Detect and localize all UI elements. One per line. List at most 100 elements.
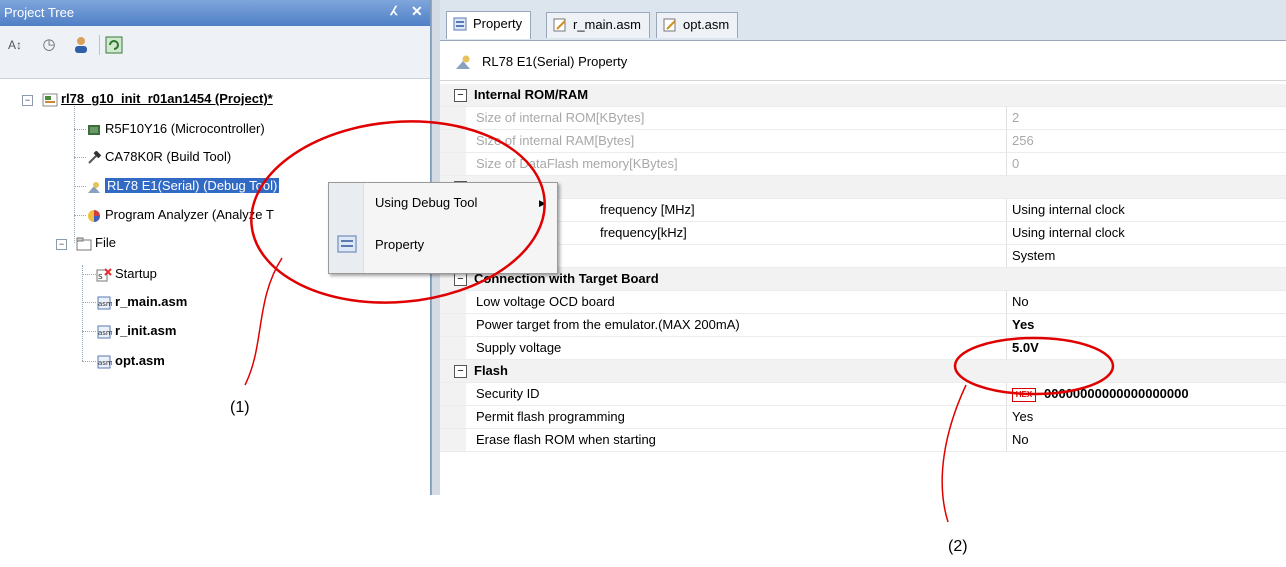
column-divider bbox=[1006, 314, 1007, 336]
collapse-toggle-project[interactable]: − bbox=[22, 95, 33, 106]
tree-node-project[interactable]: rl78_g10_init_r01an1454 (Project)* bbox=[42, 89, 273, 109]
tree-line bbox=[82, 331, 96, 332]
property-row[interactable]: Permit flash programming Yes bbox=[440, 406, 1286, 429]
category-hidden-by-menu[interactable]: − bbox=[440, 176, 1286, 199]
panel-title: Project Tree bbox=[4, 5, 75, 20]
column-divider bbox=[1006, 429, 1007, 451]
property-value-security-id[interactable]: HEX 00000000000000000000 bbox=[1012, 383, 1286, 405]
tree-node-debug-tool[interactable]: RL78 E1(Serial) (Debug Tool) bbox=[86, 176, 280, 196]
project-icon bbox=[42, 93, 58, 107]
property-value: Yes bbox=[1012, 409, 1034, 424]
tab-label: Property bbox=[473, 16, 523, 31]
tree-line bbox=[74, 157, 86, 158]
annotation-label-1: (1) bbox=[230, 399, 250, 416]
hammer-icon bbox=[86, 150, 102, 165]
property-row[interactable]: Supply voltage 5.0V bbox=[440, 337, 1286, 360]
collapse-toggle-file[interactable]: − bbox=[56, 239, 67, 250]
tree-node-startup[interactable]: s Startup bbox=[96, 264, 157, 284]
property-row[interactable]: Erase flash ROM when starting No bbox=[440, 429, 1286, 452]
category-internal-rom-ram[interactable]: − Internal ROM/RAM bbox=[440, 84, 1286, 107]
property-row[interactable]: frequency[kHz] Using internal clock bbox=[440, 222, 1286, 245]
property-row[interactable]: frequency [MHz] Using internal clock bbox=[440, 199, 1286, 222]
tree-node-opt-asm[interactable]: asm opt.asm bbox=[96, 351, 165, 371]
category-flash[interactable]: − Flash bbox=[440, 360, 1286, 383]
tree-node-file-folder[interactable]: File bbox=[76, 233, 116, 253]
hex-badge: HEX bbox=[1012, 387, 1036, 402]
person-icon[interactable] bbox=[72, 36, 90, 54]
tab-r-main-asm[interactable]: r_main.asm bbox=[546, 12, 650, 38]
tree-line bbox=[82, 265, 83, 361]
column-divider bbox=[1006, 199, 1007, 221]
property-row[interactable]: Power target from the emulator.(MAX 200m… bbox=[440, 314, 1286, 337]
property-value: No bbox=[1012, 294, 1029, 309]
property-value: Using internal clock bbox=[1012, 225, 1125, 240]
pin-icon[interactable]: ⵃ bbox=[390, 4, 398, 18]
file-tab-icon bbox=[553, 18, 567, 32]
menu-item-using-debug-tool[interactable]: Using Debug Tool bbox=[375, 195, 477, 210]
tree-toolbar: A↕ ◷ bbox=[0, 26, 430, 79]
analyzer-icon bbox=[86, 209, 102, 223]
category-connection-target-board[interactable]: − Connection with Target Board bbox=[440, 268, 1286, 291]
property-value: System bbox=[1012, 248, 1056, 263]
svg-text:s: s bbox=[98, 272, 103, 282]
svg-text:asm: asm bbox=[98, 359, 112, 367]
property-value: 2 bbox=[1012, 110, 1020, 125]
tree-node-r-main-asm[interactable]: asm r_main.asm bbox=[96, 292, 187, 312]
tree-line bbox=[82, 361, 96, 362]
property-value: No bbox=[1012, 432, 1029, 447]
sort-icon[interactable]: A↕ bbox=[6, 36, 24, 54]
tree-node-label: r_main.asm bbox=[115, 294, 188, 309]
tree-node-r-init-asm[interactable]: asm r_init.asm bbox=[96, 321, 176, 341]
property-name: Erase flash ROM when starting bbox=[476, 432, 656, 447]
tree-node-label: opt.asm bbox=[115, 353, 165, 368]
collapse-toggle[interactable]: − bbox=[454, 89, 467, 102]
row-gutter bbox=[440, 153, 466, 175]
tree-node-microcontroller[interactable]: R5F10Y16 (Microcontroller) bbox=[86, 119, 265, 139]
tree-node-label: r_init.asm bbox=[115, 323, 177, 338]
column-divider bbox=[1006, 291, 1007, 313]
folder-icon bbox=[76, 237, 92, 251]
property-name: Size of internal RAM[Bytes] bbox=[476, 133, 635, 148]
property-row[interactable]: Size of DataFlash memory[KBytes] 0 bbox=[440, 153, 1286, 176]
tree-line bbox=[82, 274, 96, 275]
debug-tool-icon bbox=[86, 180, 102, 194]
column-divider bbox=[1006, 107, 1007, 129]
category-label: Internal ROM/RAM bbox=[474, 87, 589, 102]
column-divider bbox=[1006, 337, 1007, 359]
property-row[interactable]: Low voltage OCD board No bbox=[440, 291, 1286, 314]
tab-property[interactable]: Property bbox=[446, 11, 532, 39]
close-icon[interactable]: ✕ bbox=[411, 3, 423, 20]
property-name: Size of internal ROM[KBytes] bbox=[476, 110, 645, 125]
chip-icon bbox=[86, 123, 102, 137]
column-divider bbox=[1006, 245, 1007, 267]
asm-file-icon: asm bbox=[96, 355, 113, 369]
property-row[interactable]: Size of internal ROM[KBytes] 2 bbox=[440, 107, 1286, 130]
debug-tool-icon bbox=[454, 54, 472, 73]
submenu-arrow-icon: ▶ bbox=[539, 198, 546, 208]
property-row[interactable]: Security ID HEX 00000000000000000000 bbox=[440, 383, 1286, 406]
refresh-icon[interactable] bbox=[105, 36, 123, 54]
menu-item-label: Using Debug Tool bbox=[375, 195, 478, 210]
context-menu: Using Debug Tool ▶ Property bbox=[328, 182, 558, 274]
collapse-toggle[interactable]: − bbox=[454, 273, 467, 286]
tree-node-label: File bbox=[95, 235, 116, 250]
menu-icon-gutter bbox=[329, 183, 364, 273]
property-name: Low voltage OCD board bbox=[476, 294, 615, 309]
svg-text:asm: asm bbox=[98, 300, 112, 308]
column-divider bbox=[1006, 383, 1007, 405]
clock-icon[interactable]: ◷ bbox=[40, 36, 58, 54]
tree-node-label: Program Analyzer (Analyze T bbox=[105, 207, 274, 222]
tree-line bbox=[82, 302, 96, 303]
property-row[interactable]: Size of internal RAM[Bytes] 256 bbox=[440, 130, 1286, 153]
row-gutter bbox=[440, 314, 466, 336]
row-gutter bbox=[440, 383, 466, 405]
tab-opt-asm[interactable]: opt.asm bbox=[656, 12, 739, 38]
collapse-toggle[interactable]: − bbox=[454, 365, 467, 378]
menu-item-property[interactable]: Property bbox=[375, 237, 424, 252]
tree-node-program-analyzer[interactable]: Program Analyzer (Analyze T bbox=[86, 205, 274, 225]
tree-line bbox=[74, 129, 86, 130]
property-row[interactable]: Monitor clockSystem bbox=[440, 245, 1286, 268]
property-header: RL78 E1(Serial) Property bbox=[440, 44, 1286, 81]
property-tab-icon bbox=[453, 17, 467, 31]
tree-node-build-tool[interactable]: CA78K0R (Build Tool) bbox=[86, 147, 231, 167]
